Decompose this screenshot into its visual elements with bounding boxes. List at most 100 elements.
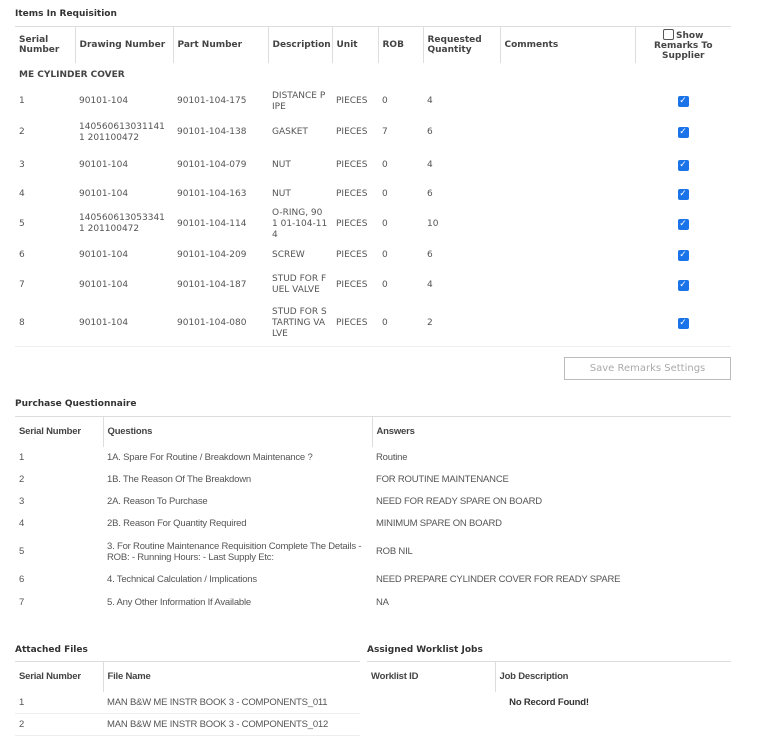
item-row: 7 90101-104 90101-104-187 STUD FOR F UEL VA… — [15, 270, 731, 301]
questionnaire-table: Serial Number Questions Answers 1 1A. Spa… — [15, 416, 731, 615]
file-name-link[interactable]: MAN B&W ME INSTR BOOK 3 - COMPONENTS_012 — [103, 713, 360, 736]
col-drawing: Drawing Number — [74, 26, 173, 63]
unit-cell: PIECES — [332, 300, 378, 347]
drawing-number-cell: 90101-104 — [79, 188, 129, 199]
rob-cell: 0 — [382, 160, 388, 170]
show-remarks-checkbox[interactable]: ✓ — [677, 249, 689, 261]
description-cell: STUD FOR S TARTING VA LVE — [268, 300, 332, 347]
show-remarks-checkbox[interactable]: ✓ — [677, 218, 689, 230]
answer-cell: FOR ROUTINE MAINTENANCE — [376, 474, 509, 485]
rob-cell: 0 — [382, 279, 388, 290]
questionnaire-row: 1 1A. Spare For Routine / Breakdown Maint… — [15, 447, 731, 469]
drawing-number-cell: 90101-104 — [79, 96, 129, 106]
requested-quantity-cell: 6 — [427, 127, 433, 137]
serial-cell: 6 — [19, 574, 25, 585]
serial-cell: 2 — [19, 127, 25, 137]
col-qty: Requested Quantity — [422, 26, 500, 63]
part-number-cell: 90101-104-080 — [173, 300, 268, 347]
comments-cell — [500, 115, 635, 151]
questionnaire-title: Purchase Questionnaire — [15, 399, 137, 409]
description-cell: SCREW — [272, 249, 305, 260]
col-unit: Unit — [331, 26, 378, 63]
item-row: 3 90101-104 90101-104-079 NUT PIECES 0 4 ✓ — [15, 151, 731, 181]
requested-quantity-cell: 6 — [427, 249, 433, 260]
drawing-number-cell: 90101-104 — [79, 279, 129, 290]
show-remarks-checkbox[interactable]: ✓ — [677, 317, 689, 329]
rob-cell: 7 — [382, 127, 388, 137]
col-description: Description — [267, 26, 332, 63]
col-questions: Questions — [102, 416, 372, 447]
question-cell: 2B. Reason For Quantity Required — [107, 518, 247, 529]
question-cell: 1B. The Reason Of The Breakdown — [107, 474, 251, 485]
col-serial: Serial Number — [15, 26, 75, 63]
unit-cell: PIECES — [336, 160, 368, 170]
serial-cell: 8 — [15, 300, 75, 347]
part-number-cell: 90101-104-163 — [177, 188, 247, 199]
answer-cell: ROB NIL — [376, 546, 413, 557]
rob-cell: 0 — [378, 300, 423, 347]
show-remarks-cell: ✓ — [635, 208, 731, 241]
rob-cell: 0 — [382, 96, 388, 106]
show-remarks-cell: ✓ — [635, 270, 731, 301]
col-file-name: File Name — [102, 661, 360, 692]
serial-cell: 6 — [19, 249, 25, 260]
show-remarks-cell: ✓ — [635, 115, 731, 151]
drawing-number-cell: 1405606130311411 201100472 — [79, 121, 165, 143]
col-comments: Comments — [499, 26, 635, 63]
serial-cell: 1 — [19, 452, 25, 463]
answer-cell: NEED FOR READY SPARE ON BOARD — [376, 496, 542, 507]
serial-cell: 7 — [19, 279, 25, 290]
serial-cell: 2 — [15, 713, 103, 736]
show-remarks-checkbox[interactable]: ✓ — [677, 127, 689, 138]
show-remarks-checkbox[interactable]: ✓ — [677, 188, 689, 200]
show-remarks-checkbox[interactable]: ✓ — [677, 96, 689, 107]
col-answers: Answers — [371, 416, 731, 447]
unit-cell: PIECES — [336, 96, 368, 106]
col-job-description: Job Description — [494, 661, 731, 692]
unit-cell: PIECES — [336, 249, 368, 260]
question-cell: 3. For Routine Maintenance Requisition C… — [107, 540, 362, 563]
part-number-cell: 90101-104-138 — [177, 127, 247, 137]
part-number-cell: 90101-104-187 — [177, 279, 247, 290]
col-q-serial: Serial Number — [15, 416, 103, 447]
item-row: 6 90101-104 90101-104-209 SCREW PIECES 0 6 ✓ — [15, 241, 731, 270]
answer-cell: NEED PREPARE CYLINDER COVER FOR READY SP… — [376, 574, 621, 585]
show-remarks-cell: ✓ — [635, 181, 731, 208]
no-record-message: No Record Found! — [509, 697, 589, 708]
unit-cell: PIECES — [336, 127, 368, 137]
show-remarks-checkbox[interactable]: ✓ — [677, 279, 689, 291]
worklist-title: Assigned Worklist Jobs — [367, 645, 483, 655]
question-cell: 4. Technical Calculation / Implications — [107, 574, 257, 585]
item-row: 8 90101-104 90101-104-080 STUD FOR S TARTIN… — [15, 300, 731, 347]
comments-cell — [500, 270, 635, 301]
comments-cell — [500, 181, 635, 208]
save-remarks-settings-button[interactable]: Save Remarks Settings — [564, 357, 731, 380]
question-cell: 2A. Reason To Purchase — [107, 496, 208, 507]
show-remarks-checkbox[interactable]: ✓ — [677, 160, 689, 171]
questionnaire-row: 2 1B. The Reason Of The Breakdown FOR ROUT… — [15, 469, 731, 491]
requested-quantity-cell: 4 — [427, 279, 433, 290]
drawing-number-cell: 90101-104 — [75, 300, 173, 347]
serial-cell: 4 — [19, 188, 25, 199]
drawing-number-cell: 90101-104 — [79, 160, 129, 170]
answer-cell: MINIMUM SPARE ON BOARD — [376, 518, 502, 529]
col-show-remarks: Show Remarks To Supplier — [634, 26, 731, 63]
serial-cell: 5 — [19, 546, 25, 557]
serial-cell: 3 — [19, 160, 25, 170]
serial-cell: 4 — [19, 518, 25, 529]
questionnaire-row: 3 2A. Reason To Purchase NEED FOR READY SP… — [15, 491, 731, 513]
col-worklist-id: Worklist ID — [367, 661, 495, 692]
file-name-link[interactable]: MAN B&W ME INSTR BOOK 3 - COMPONENTS_011 — [103, 691, 360, 714]
description-cell: NUT — [272, 160, 291, 170]
description-cell: GASKET — [272, 127, 308, 137]
show-remarks-cell: ✓ — [635, 300, 731, 347]
drawing-number-cell: 1405606130533411 201100472 — [79, 213, 165, 234]
description-cell: O-RING, 901 01-104-114 — [272, 207, 328, 240]
serial-cell: 7 — [19, 597, 25, 608]
requested-quantity-cell: 2 — [423, 300, 500, 347]
serial-cell: 2 — [19, 474, 25, 485]
part-number-cell: 90101-104-175 — [177, 96, 247, 106]
serial-cell: 1 — [19, 96, 25, 106]
comments-cell — [500, 89, 635, 115]
show-remarks-all-checkbox[interactable] — [663, 28, 675, 40]
